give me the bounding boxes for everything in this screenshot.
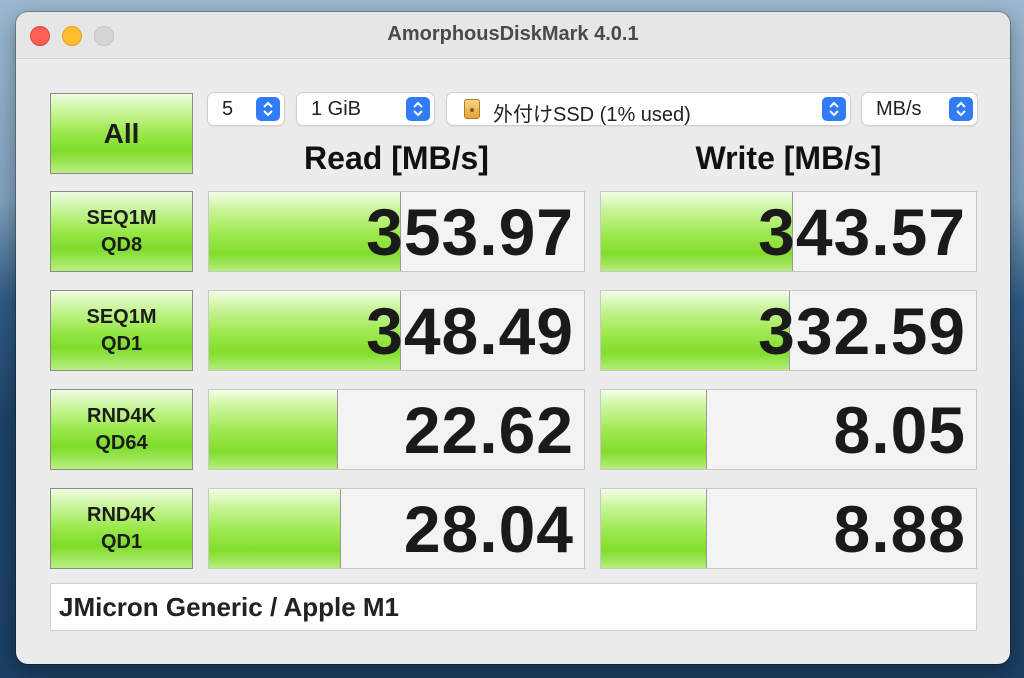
- read-value: 348.49: [366, 294, 574, 368]
- test-name-line1: RND4K: [87, 503, 156, 526]
- all-tests-label: All: [103, 117, 140, 149]
- read-result-rnd4k-qd1: 28.04: [208, 488, 585, 569]
- read-bar: [209, 390, 338, 469]
- app-window: AmorphousDiskMark 4.0.1 All 5 1 GiB 外付けS…: [16, 12, 1010, 664]
- test-name-line2: QD64: [95, 431, 148, 454]
- count-select[interactable]: 5: [208, 93, 284, 125]
- write-result-seq1m-qd8: 343.57: [600, 191, 977, 272]
- all-tests-button[interactable]: All: [50, 93, 193, 174]
- read-value: 28.04: [403, 492, 574, 566]
- test-name-line1: RND4K: [87, 404, 156, 427]
- count-value: 5: [222, 98, 234, 120]
- write-value: 8.05: [833, 393, 966, 467]
- size-value: 1 GiB: [311, 98, 362, 120]
- drive-value: 外付けSSD (1% used): [493, 104, 691, 126]
- read-result-seq1m-qd1: 348.49: [208, 290, 585, 371]
- test-button-rnd4k-qd64[interactable]: RND4K QD64: [50, 389, 193, 470]
- stepper-icon: [406, 97, 430, 121]
- write-column-header: Write [MB/s]: [695, 140, 882, 176]
- stepper-icon: [949, 97, 973, 121]
- read-result-rnd4k-qd64: 22.62: [208, 389, 585, 470]
- write-value: 8.88: [833, 492, 966, 566]
- test-button-seq1m-qd8[interactable]: SEQ1M QD8: [50, 191, 193, 272]
- write-value: 332.59: [758, 294, 966, 368]
- read-value: 353.97: [366, 195, 574, 269]
- stepper-icon: [822, 97, 846, 121]
- test-name-line2: QD8: [100, 233, 143, 256]
- write-bar: [601, 390, 707, 469]
- drive-select[interactable]: 外付けSSD (1% used): [447, 93, 850, 126]
- title-bar: AmorphousDiskMark 4.0.1: [16, 12, 1010, 59]
- write-result-rnd4k-qd1: 8.88: [600, 488, 977, 569]
- unit-value: MB/s: [876, 98, 922, 120]
- external-drive-icon: [464, 99, 480, 119]
- stepper-icon: [256, 97, 280, 121]
- test-name-line1: SEQ1M: [86, 206, 157, 229]
- window-title: AmorphousDiskMark 4.0.1: [387, 23, 639, 45]
- size-select[interactable]: 1 GiB: [297, 93, 434, 125]
- test-button-seq1m-qd1[interactable]: SEQ1M QD1: [50, 290, 193, 371]
- test-name-line2: QD1: [100, 332, 143, 355]
- read-bar: [209, 489, 342, 568]
- write-result-seq1m-qd1: 332.59: [600, 290, 977, 371]
- test-name-line2: QD1: [100, 530, 143, 553]
- test-name-line1: SEQ1M: [86, 305, 157, 328]
- test-button-rnd4k-qd1[interactable]: RND4K QD1: [50, 488, 193, 569]
- write-value: 343.57: [758, 195, 966, 269]
- read-column-header: Read [MB/s]: [304, 140, 489, 176]
- read-value: 22.62: [403, 393, 574, 467]
- write-result-rnd4k-qd64: 8.05: [600, 389, 977, 470]
- unit-select[interactable]: MB/s: [862, 93, 977, 125]
- read-result-seq1m-qd8: 353.97: [208, 191, 585, 272]
- comment-field[interactable]: JMicron Generic / Apple M1: [50, 583, 977, 631]
- write-bar: [601, 489, 707, 568]
